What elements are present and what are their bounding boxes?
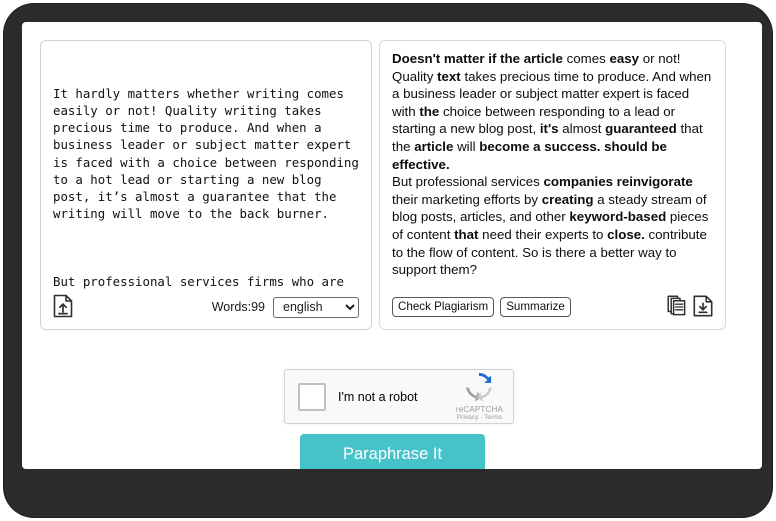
result-toolbar: Check Plagiarism Summarize bbox=[380, 285, 725, 329]
paraphrased-text-panel: Doesn't matter if the article comes easy… bbox=[379, 40, 726, 330]
result-paragraph: But professional services companies rein… bbox=[392, 174, 709, 278]
source-paragraph: It hardly matters whether writing comes … bbox=[53, 86, 359, 221]
recaptcha-legal-text: Privacy - Terms bbox=[456, 414, 503, 422]
recaptcha-label: I'm not a robot bbox=[338, 389, 418, 404]
result-paragraph: Doesn't matter if the article comes easy… bbox=[392, 51, 712, 172]
recaptcha-logo-icon bbox=[464, 373, 494, 405]
check-plagiarism-button[interactable]: Check Plagiarism bbox=[392, 296, 495, 318]
summarize-button[interactable]: Summarize bbox=[500, 296, 571, 318]
download-button[interactable] bbox=[693, 295, 713, 320]
copy-icon bbox=[667, 295, 686, 319]
source-textarea[interactable]: It hardly matters whether writing comes … bbox=[53, 51, 361, 293]
download-file-icon bbox=[693, 295, 713, 320]
device-bezel: It hardly matters whether writing comes … bbox=[4, 4, 772, 517]
upload-file-icon bbox=[53, 294, 73, 321]
editor-panels: It hardly matters whether writing comes … bbox=[22, 22, 762, 330]
source-toolbar: Words:99 english bbox=[41, 285, 371, 329]
language-select[interactable]: english bbox=[273, 296, 359, 318]
paraphrase-it-button[interactable]: Paraphrase It bbox=[300, 434, 485, 469]
paraphrased-output[interactable]: Doesn't matter if the article comes easy… bbox=[392, 50, 713, 286]
app-screen: It hardly matters whether writing comes … bbox=[22, 22, 762, 469]
source-text-panel: It hardly matters whether writing comes … bbox=[40, 40, 372, 330]
word-count-label: Words:99 bbox=[211, 300, 265, 314]
copy-button[interactable] bbox=[667, 295, 686, 319]
recaptcha-branding: reCAPTCHA Privacy - Terms bbox=[456, 371, 503, 422]
upload-file-button[interactable] bbox=[53, 294, 73, 321]
recaptcha-checkbox[interactable] bbox=[298, 382, 326, 411]
recaptcha-brand-name: reCAPTCHA bbox=[455, 405, 503, 415]
recaptcha-widget[interactable]: I'm not a robot reCAPTCHA Privacy - Term… bbox=[284, 369, 514, 424]
